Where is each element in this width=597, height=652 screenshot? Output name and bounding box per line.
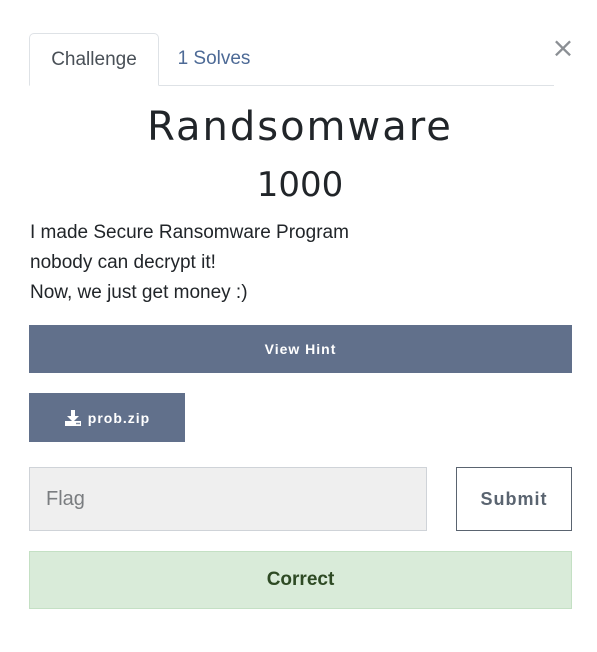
description-line: nobody can decrypt it! xyxy=(30,252,216,273)
download-icon xyxy=(64,409,82,427)
tab-solves[interactable]: 1 Solves xyxy=(159,33,269,85)
file-name: prob.zip xyxy=(87,409,151,426)
file-download-button[interactable]: prob.zip xyxy=(29,393,185,442)
challenge-points: 1000 xyxy=(256,165,344,205)
tab-challenge[interactable]: Challenge xyxy=(29,33,159,86)
result-message: Correct xyxy=(29,551,572,609)
close-button[interactable]: × xyxy=(550,34,576,62)
challenge-description: I made Secure Ransomware Program nobody … xyxy=(30,218,570,308)
view-hint-button[interactable]: View Hint xyxy=(29,325,572,373)
challenge-modal: Challenge 1 Solves × Randsomware 1000 I … xyxy=(0,0,597,652)
challenge-tabs: Challenge 1 Solves xyxy=(29,32,554,86)
challenge-title: Randsomware xyxy=(147,104,453,150)
description-line: I made Secure Ransomware Program xyxy=(30,222,349,243)
flag-input[interactable] xyxy=(29,467,427,531)
description-line: Now, we just get money :) xyxy=(30,282,248,303)
submit-button[interactable]: Submit xyxy=(456,467,572,531)
